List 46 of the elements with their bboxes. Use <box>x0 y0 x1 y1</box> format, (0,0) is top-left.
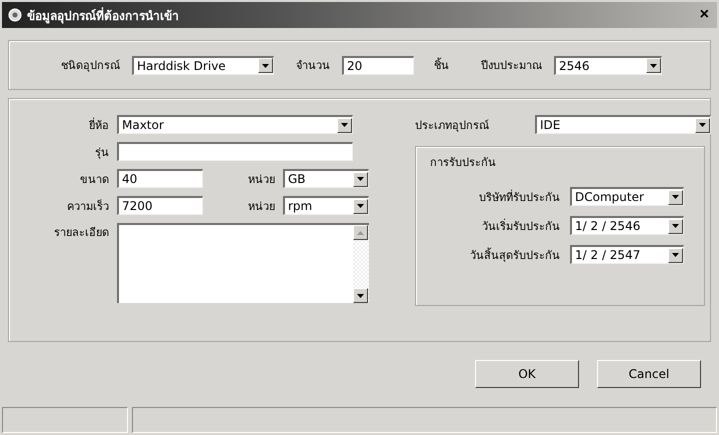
speed-field[interactable]: 7200 <box>117 196 203 215</box>
field-label: ประเภทอุปกรณ์ <box>415 118 490 134</box>
field-label: บริษัทที่รับประกัน <box>478 188 560 206</box>
warranty-dropdown[interactable]: DComputer <box>570 187 684 206</box>
warranty-dropdown[interactable]: 1/ 2 / 2546 <box>570 216 684 235</box>
device-kind-dropdown[interactable]: IDE <box>535 115 711 134</box>
field-label: ความเร็ว <box>66 198 109 214</box>
scrollbar[interactable] <box>353 225 369 303</box>
field-label: ยี่ห้อ <box>88 116 109 134</box>
field-label: ปีงบประมาณ <box>481 58 542 74</box>
field-label: วันสิ้นสุดรับประกัน <box>469 246 560 264</box>
field-label: รายละเอียด <box>53 225 109 241</box>
dropdown-arrow-icon[interactable] <box>650 64 657 68</box>
device-type-dropdown[interactable]: Harddisk Drive <box>132 56 274 74</box>
dropdown-arrow-icon[interactable] <box>357 294 364 298</box>
field-label: ขนาด <box>79 172 109 188</box>
dropdown-arrow-icon[interactable] <box>699 123 706 127</box>
field-label: จำนวน <box>296 58 330 74</box>
dropdown-arrow-icon[interactable] <box>341 123 348 127</box>
year-dropdown[interactable]: 2546 <box>554 56 662 74</box>
group-title: การรับประกัน <box>430 155 497 171</box>
close-button[interactable]: × <box>698 6 711 24</box>
app-icon <box>8 8 22 22</box>
field-label: หน่วย <box>247 172 275 188</box>
quantity-field[interactable]: 20 <box>342 56 414 74</box>
ok-button[interactable]: OK <box>475 360 579 388</box>
model-field[interactable] <box>117 142 353 161</box>
size-unit-dropdown[interactable]: GB <box>283 169 369 188</box>
dropdown-arrow-icon[interactable] <box>357 204 364 208</box>
brand-dropdown[interactable]: Maxtor <box>117 115 353 134</box>
cancel-button[interactable]: Cancel <box>597 360 701 388</box>
field-label: วันเริ่มรับประกัน <box>481 218 560 234</box>
window-title: ข้อมูลอุปกรณ์ที่ต้องการนำเข้า <box>8 6 179 24</box>
details-textarea[interactable] <box>117 223 369 303</box>
size-field[interactable]: 40 <box>117 169 203 188</box>
speed-unit-dropdown[interactable]: rpm <box>283 196 369 215</box>
field-label: ชนิดอุปกรณ์ <box>61 58 120 74</box>
dropdown-arrow-icon[interactable] <box>357 177 364 181</box>
dropdown-arrow-icon[interactable] <box>672 195 679 199</box>
dropdown-arrow-icon[interactable] <box>262 64 269 68</box>
field-label: รุ่น <box>94 144 109 160</box>
warranty-dropdown[interactable]: 1/ 2 / 2547 <box>570 245 684 264</box>
field-label: หน่วย <box>247 198 275 214</box>
field-label: ชิ้น <box>434 56 449 74</box>
dropdown-arrow-icon[interactable] <box>672 253 679 257</box>
dropdown-arrow-icon[interactable] <box>672 224 679 228</box>
